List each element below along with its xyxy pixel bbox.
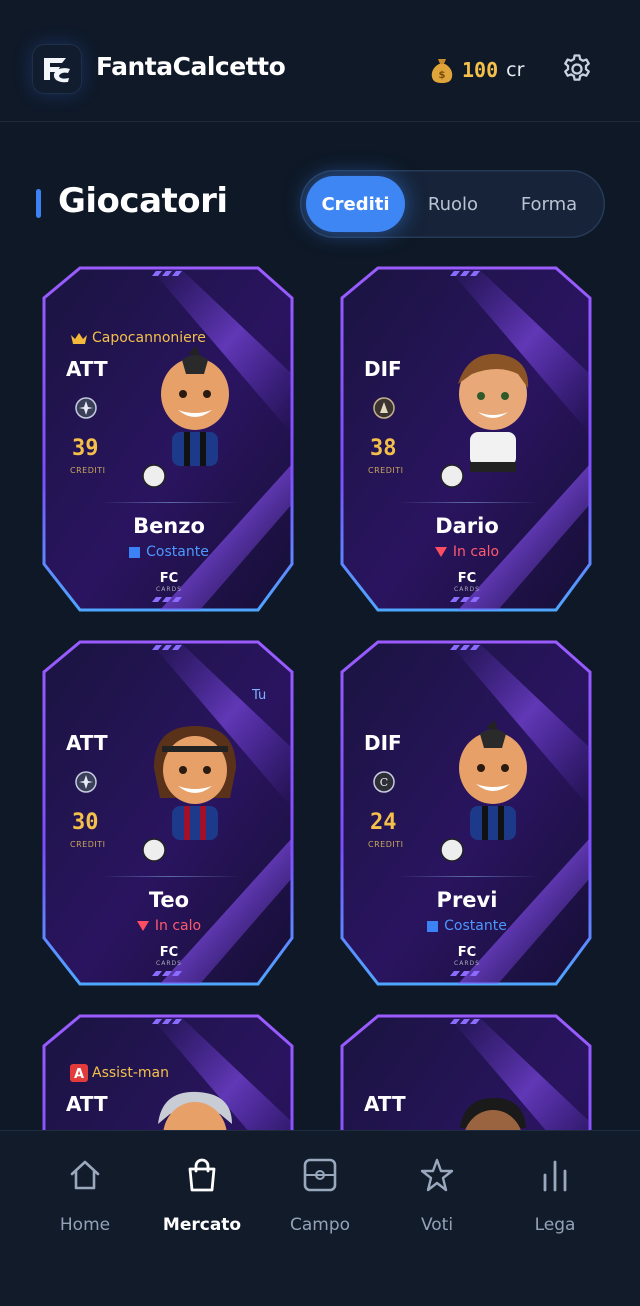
page-title: Giocatori (58, 181, 228, 221)
bottom-nav: Home Mercato Campo Voti Lega (0, 1130, 640, 1306)
player-avatar (460, 1098, 526, 1130)
player-role: ATT (364, 1092, 406, 1116)
player-avatar (142, 346, 229, 488)
club-crest-icon (75, 771, 97, 793)
player-card-grid: Capocannoniere ATT 39 CREDITI Benzo Cost… (0, 250, 640, 1130)
price-label: CREDITI (368, 466, 404, 475)
home-icon (70, 1160, 100, 1190)
club-crest-icon (373, 397, 395, 419)
credits-display: $ 100 cr (430, 55, 524, 85)
tab-forma[interactable]: Forma (502, 176, 596, 232)
shopping-bag-icon (188, 1158, 216, 1192)
card-brand: FC (159, 571, 179, 586)
form-trend: Costante (338, 918, 596, 934)
player-role: DIF (364, 731, 402, 755)
player-role: ATT (66, 357, 108, 381)
price-label: CREDITI (70, 466, 106, 475)
star-icon (420, 1158, 454, 1192)
player-role: ATT (66, 731, 108, 755)
nav-campo[interactable]: Campo (261, 1131, 379, 1306)
player-role: ATT (66, 1092, 108, 1116)
app-title: FantaCalcetto (96, 52, 286, 81)
nav-mercato[interactable]: Mercato (143, 1131, 261, 1306)
player-price: 30 (72, 810, 99, 835)
trend-down-icon (434, 547, 447, 557)
card-brand: FC (159, 945, 179, 960)
card-divider (100, 502, 240, 503)
player-name: Teo (148, 888, 190, 912)
tab-crediti[interactable]: Crediti (306, 176, 405, 232)
nav-voti[interactable]: Voti (378, 1131, 496, 1306)
card-divider (398, 502, 538, 503)
player-name: Dario (435, 514, 499, 538)
price-label: CREDITI (368, 840, 404, 849)
player-card[interactable]: DIF 38 CREDITI Dario In calo FC CARDS (338, 264, 596, 614)
nav-home[interactable]: Home (26, 1131, 144, 1306)
own-player-tag: Tu (252, 688, 267, 703)
player-card[interactable]: ATT (338, 1012, 596, 1130)
player-avatar (440, 353, 529, 488)
app-header: FantaCalcetto $ 100 cr (0, 0, 640, 122)
fc-logo-icon[interactable] (32, 44, 82, 94)
club-crest-icon (75, 397, 97, 419)
form-trend: In calo (338, 544, 596, 560)
sort-segmented-control: Crediti Ruolo Forma (300, 170, 605, 238)
tab-ruolo[interactable]: Ruolo (410, 176, 496, 232)
player-card[interactable]: A Assist-man ATT (40, 1012, 298, 1130)
form-trend: In calo (40, 918, 298, 934)
player-card[interactable]: Tu ATT 30 CREDITI Teo In calo FC CARDS (40, 638, 298, 988)
card-divider (398, 876, 538, 877)
player-avatar (440, 720, 527, 862)
nav-lega[interactable]: Lega (496, 1131, 614, 1306)
trend-down-icon (136, 921, 149, 931)
player-avatar (158, 1091, 232, 1130)
player-avatar (142, 726, 236, 862)
credits-value: 100 (462, 58, 499, 82)
form-trend: Costante (40, 544, 298, 560)
club-crest-icon: C (373, 771, 395, 793)
price-label: CREDITI (70, 840, 106, 849)
card-divider (100, 876, 240, 877)
player-role: DIF (364, 357, 402, 381)
section-accent-bar (36, 189, 41, 218)
card-brand-sub: CARDS (454, 586, 480, 593)
svg-text:C: C (380, 776, 388, 789)
money-bag-icon: $ (431, 59, 453, 83)
card-brand-sub: CARDS (156, 960, 182, 967)
player-card[interactable]: DIF C 24 CREDITI Previ Costante FC CARDS (338, 638, 596, 988)
card-brand-sub: CARDS (156, 586, 182, 593)
badge-assist-man: A Assist-man (70, 1064, 169, 1082)
card-brand: FC (457, 571, 477, 586)
card-brand: FC (457, 945, 477, 960)
credits-unit: cr (506, 59, 525, 81)
svg-text:$: $ (439, 70, 446, 81)
player-card[interactable]: Capocannoniere ATT 39 CREDITI Benzo Cost… (40, 264, 298, 614)
trend-steady-icon (427, 920, 439, 932)
trend-steady-icon (129, 546, 141, 558)
card-brand-sub: CARDS (454, 960, 480, 967)
bar-chart-icon (543, 1160, 567, 1192)
pitch-icon (303, 1158, 337, 1192)
player-price: 24 (370, 810, 397, 835)
crown-icon (71, 333, 87, 344)
player-name: Previ (436, 888, 498, 912)
player-price: 39 (72, 436, 99, 461)
player-name: Benzo (133, 514, 205, 538)
player-price: 38 (370, 436, 397, 461)
letter-a-icon: A (70, 1064, 88, 1082)
gear-icon[interactable] (560, 52, 594, 86)
svg-text:A: A (74, 1067, 84, 1082)
